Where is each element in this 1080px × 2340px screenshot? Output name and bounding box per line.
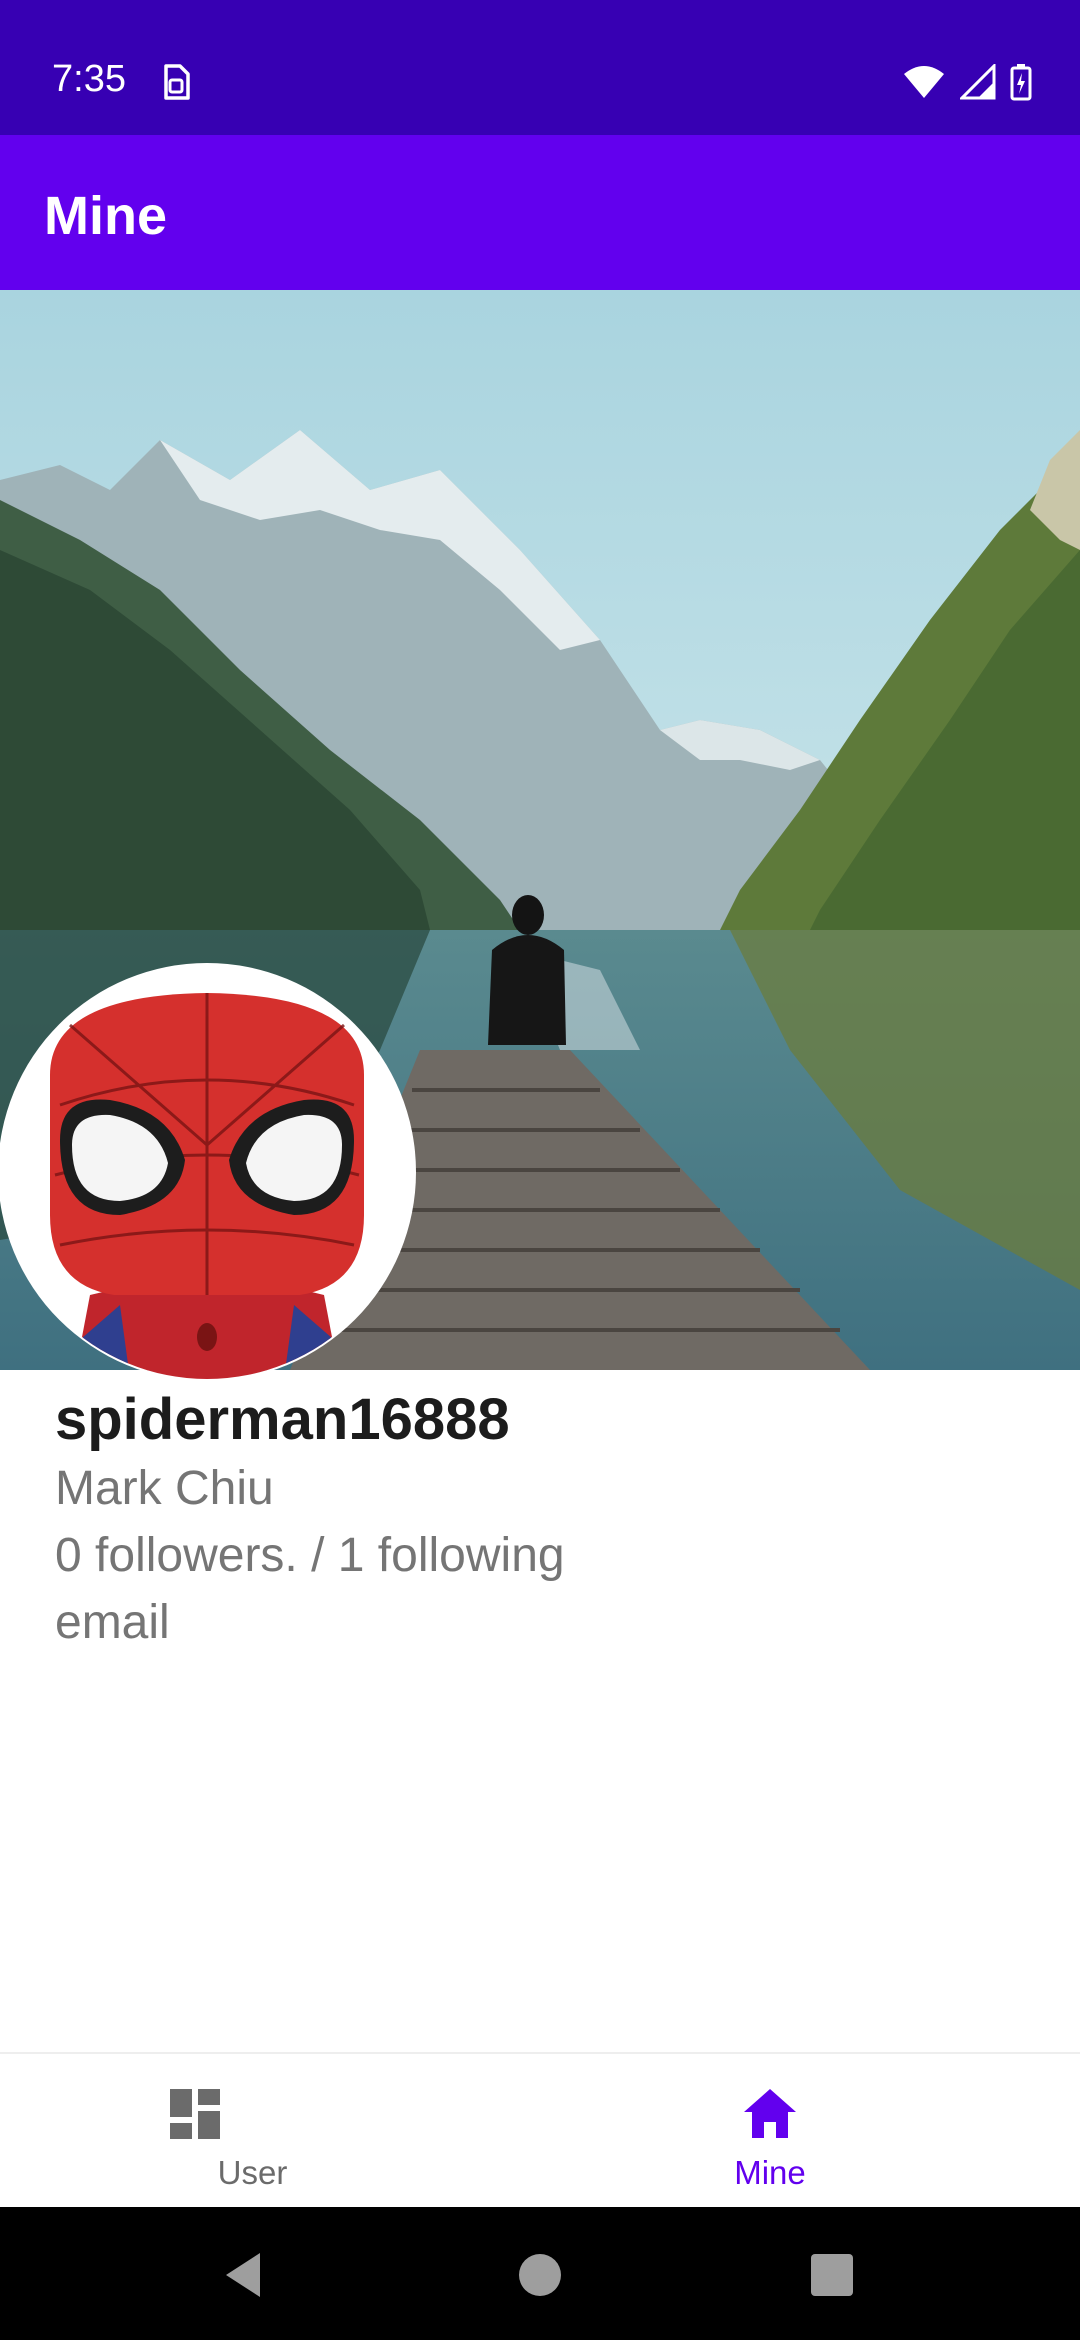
nav-item-user[interactable]: User [40, 2054, 580, 2209]
app-bar: Mine [0, 135, 1080, 290]
system-navigation-bar [0, 2207, 1080, 2340]
signal-icon [960, 64, 996, 100]
status-time: 7:35 [52, 58, 126, 100]
mine-screen: 7:35 Mine spiderman16888 Mark Chiu 0 fol… [0, 0, 1080, 2340]
home-icon [740, 2084, 800, 2144]
wifi-icon [902, 64, 946, 100]
nav-label-mine: Mine [734, 2154, 806, 2191]
sim-card-icon [158, 62, 194, 102]
nav-label-user: User [217, 2154, 288, 2191]
bottom-navigation: User Mine [0, 2052, 1080, 2207]
back-icon[interactable] [216, 2245, 276, 2305]
avatar[interactable] [0, 965, 414, 1379]
recents-icon[interactable] [802, 2245, 862, 2305]
full-name: Mark Chiu [55, 1462, 274, 1515]
dashboard-icon [165, 2084, 225, 2144]
battery-charging-icon [1010, 63, 1032, 101]
status-bar: 7:35 [0, 0, 1080, 135]
username: spiderman16888 [55, 1387, 510, 1452]
profile-info: spiderman16888 Mark Chiu 0 followers. / … [55, 1385, 955, 1656]
page-title: Mine [44, 186, 168, 246]
status-icons [902, 62, 1032, 102]
follow-stats[interactable]: 0 followers. / 1 following [55, 1522, 955, 1589]
nav-item-mine[interactable]: Mine [500, 2054, 1040, 2209]
email-text: email [55, 1596, 170, 1649]
home-circle-icon[interactable] [510, 2245, 570, 2305]
